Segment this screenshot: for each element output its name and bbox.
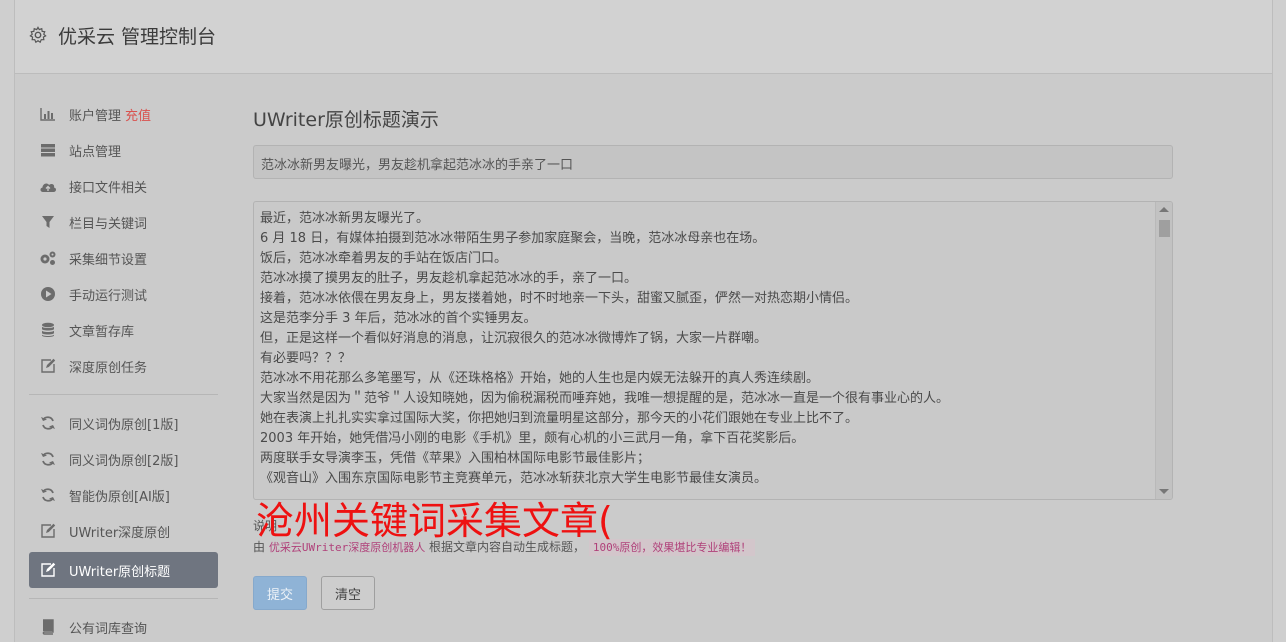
sidebar-item-label: 手动运行测试 [69, 288, 148, 304]
sidebar-item-interface-files[interactable]: 接口文件相关 [29, 168, 218, 204]
book-icon [39, 619, 57, 635]
article-line: 两度联手女导演李玉，凭借《苹果》入围柏林国际电影节最佳影片； [260, 451, 651, 466]
page-title: UWriter原创标题演示 [253, 109, 439, 131]
textarea-scrollbar[interactable] [1155, 202, 1172, 499]
edit-icon [39, 358, 57, 374]
sidebar-item-label: UWriter深度原创 [69, 525, 171, 541]
recharge-link[interactable]: 充值 [125, 105, 151, 124]
gear-icon [29, 26, 47, 44]
sidebar-item-synonym-v2[interactable]: 同义词伪原创[2版] [29, 441, 218, 477]
filter-icon [39, 214, 57, 230]
sidebar-item-label: 同义词伪原创[2版] [69, 453, 179, 469]
cloud-upload-icon [39, 178, 57, 194]
article-line: 2003 年开始，她凭借冯小刚的电影《手机》里，颇有心机的小三武月一角，拿下百花… [260, 431, 805, 446]
title-output-field[interactable]: 范冰冰新男友曝光，男友趁机拿起范冰冰的手亲了一口 [253, 145, 1173, 179]
sidebar-item-label: 采集细节设置 [69, 252, 148, 268]
article-line: 她在表演上扎扎实实拿过国际大奖，你把她归到流量明星这部分，那今天的小花们跟她在专… [260, 411, 859, 426]
sidebar-item-ai-pseudo-original[interactable]: 智能伪原创[AI版] [29, 477, 218, 513]
article-line: 大家当然是因为＂范爷＂人设知晓她，因为偷税漏税而唾弃她，我唯一想提醒的是，范冰冰… [260, 391, 950, 406]
refresh-icon [39, 415, 57, 431]
play-circle-icon [39, 286, 57, 302]
sidebar: 账户管理 充值 站点管理 接口文件相关 栏目与关键词 采集细节设置 手动运行测试… [29, 96, 218, 642]
sidebar-divider [29, 598, 218, 599]
article-line: 这是范李分手 3 年后，范冰冰的首个实锤男友。 [260, 311, 537, 326]
sidebar-item-article-store[interactable]: 文章暂存库 [29, 312, 218, 348]
sidebar-item-label: UWriter原创标题 [69, 564, 171, 580]
sidebar-item-uwriter-deep-original[interactable]: UWriter深度原创 [29, 513, 218, 549]
sidebar-item-label: 公有词库查询 [69, 621, 148, 637]
watermark-overlay-text: 沧州关键词采集文章( [256, 499, 613, 543]
article-line: 最近，范冰冰新男友曝光了。 [260, 211, 430, 226]
sidebar-item-public-thesaurus[interactable]: 公有词库查询 [29, 609, 218, 642]
sidebar-item-categories-keywords[interactable]: 栏目与关键词 [29, 204, 218, 240]
article-line: 范冰冰摸了摸男友的肚子，男友趁机拿起范冰冰的手，亲了一口。 [260, 271, 638, 286]
edit-icon [39, 562, 57, 578]
page: 优采云 管理控制台 账户管理 充值 站点管理 接口文件相关 栏目与关键词 采集细… [14, 0, 1273, 642]
main-content: UWriter原创标题演示 范冰冰新男友曝光，男友趁机拿起范冰冰的手亲了一口 最… [253, 96, 1173, 557]
sidebar-item-label: 深度原创任务 [69, 360, 148, 376]
article-textarea[interactable]: 最近，范冰冰新男友曝光了。 6 月 18 日，有媒体拍摄到范冰冰带陌生男子参加家庭… [253, 201, 1173, 500]
clear-button[interactable]: 清空 [321, 576, 375, 610]
article-line: 6 月 18 日，有媒体拍摄到范冰冰带陌生男子参加家庭聚会，当晚，范冰冰母亲也在… [260, 231, 766, 246]
database-icon [39, 322, 57, 338]
article-line: 饭后，范冰冰牵着男友的手站在饭店门口。 [260, 251, 508, 266]
sidebar-item-label: 智能伪原创[AI版] [69, 489, 170, 505]
sidebar-item-sites[interactable]: 站点管理 [29, 132, 218, 168]
sidebar-item-label: 账户管理 [69, 108, 122, 124]
article-line: 范冰冰不用花那么多笔墨写，从《还珠格格》开始，她的人生也是内娱无法躲开的真人秀连… [260, 371, 820, 386]
submit-button[interactable]: 提交 [253, 576, 307, 610]
sidebar-item-deep-original-task[interactable]: 深度原创任务 [29, 348, 218, 384]
article-line: 《观音山》入围东京国际电影节主竞赛单元，范冰冰斩获北京大学生电影节最佳女演员。 [260, 471, 768, 486]
sidebar-item-synonym-v1[interactable]: 同义词伪原创[1版] [29, 405, 218, 441]
sidebar-item-uwriter-original-title[interactable]: UWriter原创标题 [29, 552, 218, 588]
scroll-thumb[interactable] [1159, 220, 1170, 237]
article-line: 有必要吗？？？ [260, 351, 352, 366]
scroll-down-arrow-icon[interactable] [1159, 489, 1169, 494]
edit-icon [39, 523, 57, 539]
refresh-icon [39, 451, 57, 467]
sidebar-item-manual-run[interactable]: 手动运行测试 [29, 276, 218, 312]
sidebar-item-collect-settings[interactable]: 采集细节设置 [29, 240, 218, 276]
article-line: 但，正是这样一个看似好消息的消息，让沉寂很久的范冰冰微博炸了锅，大家一片群嘲。 [260, 331, 768, 346]
sidebar-item-label: 站点管理 [69, 144, 122, 160]
scroll-up-arrow-icon[interactable] [1159, 207, 1169, 212]
header: 优采云 管理控制台 [15, 0, 1272, 74]
sidebar-item-label: 同义词伪原创[1版] [69, 417, 179, 433]
article-text: 最近，范冰冰新男友曝光了。 6 月 18 日，有媒体拍摄到范冰冰带陌生男子参加家庭… [254, 202, 1172, 496]
sidebar-item-label: 文章暂存库 [69, 324, 135, 340]
sidebar-item-label: 栏目与关键词 [69, 216, 148, 232]
sidebar-item-account[interactable]: 账户管理 充值 [29, 96, 218, 132]
refresh-icon [39, 487, 57, 503]
sidebar-item-label: 接口文件相关 [69, 180, 148, 196]
desc-highlight: 100%原创，效果堪比专业编辑！ [588, 539, 756, 556]
server-icon [39, 142, 57, 158]
form-actions: 提交 清空 [253, 576, 375, 610]
sidebar-divider [29, 394, 218, 395]
article-line: 接着，范冰冰依偎在男友身上，男友搂着她，时不时地亲一下头，甜蜜又腻歪，俨然一对热… [260, 291, 859, 306]
cogs-icon [39, 250, 57, 266]
app-title: 优采云 管理控制台 [58, 26, 217, 48]
bar-chart-icon [39, 106, 57, 122]
